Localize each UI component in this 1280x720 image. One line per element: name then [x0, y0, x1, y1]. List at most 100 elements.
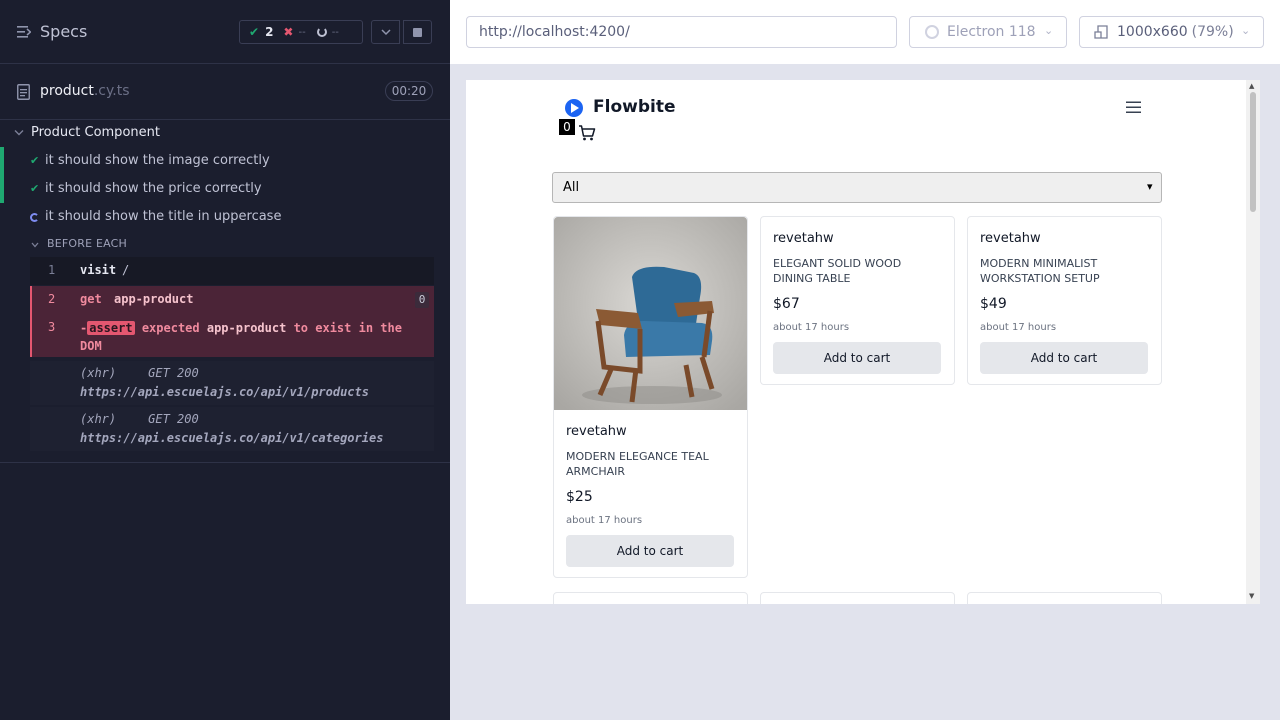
assert-message: - assert expected app-product to exist in…: [80, 319, 425, 355]
test-title: it should show the title in uppercase: [45, 209, 282, 224]
assert-badge: assert: [87, 321, 135, 335]
add-to-cart-button[interactable]: Add to cart: [980, 342, 1148, 374]
xhr-type: (xhr): [80, 412, 117, 426]
test-row[interactable]: ✔ it should show the price correctly: [0, 175, 450, 203]
failed-count: --: [298, 26, 306, 38]
xhr-line: (xhr) GET 200: [80, 366, 199, 380]
test-row-running[interactable]: it should show the title in uppercase: [0, 203, 450, 231]
command-log-panel: Specs ✔ 2 ✖ -- -- product.cy.ts 00:20 Pr…: [0, 0, 450, 720]
xhr-method: GET 200: [148, 366, 199, 380]
app-under-test-frame: Flowbite 0 All ▾ revetahw MODERN ELEGANC…: [466, 80, 1260, 604]
spec-file-row: product.cy.ts 00:20: [0, 64, 450, 120]
test-stats: ✔ 2 ✖ -- --: [239, 20, 363, 44]
cart-count-badge: 0: [559, 119, 575, 135]
divider: [0, 462, 450, 463]
chevron-down-icon: ▾: [1147, 180, 1153, 193]
run-duration: 00:20: [385, 81, 433, 101]
brand-name[interactable]: Flowbite: [593, 97, 675, 117]
product-time: about 17 hours: [773, 322, 850, 333]
flowbite-logo-icon[interactable]: [565, 99, 583, 117]
url-field[interactable]: http://localhost:4200/: [466, 16, 897, 48]
toggle-auto-scroll-button[interactable]: [371, 20, 400, 44]
xhr-log-row[interactable]: (xhr) GET 200 https://api.escuelajs.co/ap…: [30, 407, 434, 451]
test-row[interactable]: ✔ it should show the image correctly: [0, 147, 450, 175]
running-spinner-icon: [30, 213, 39, 222]
product-price: $49: [980, 296, 1007, 312]
product-author: revetahw: [773, 231, 834, 246]
test-title: it should show the price correctly: [45, 181, 262, 196]
reporter-header: Specs ✔ 2 ✖ -- --: [0, 0, 450, 64]
pending-count: --: [331, 26, 339, 38]
product-card: revetahw Modern Elegance Teal Armchair $…: [553, 216, 748, 578]
command-number: 1: [48, 263, 56, 277]
add-to-cart-button[interactable]: Add to cart: [566, 535, 734, 567]
passed-bar: [0, 147, 4, 175]
element-count-badge: 0: [415, 292, 429, 308]
failed-icon: ✖: [283, 25, 294, 39]
suite-title: Product Component: [31, 125, 160, 140]
product-card-partial: [553, 592, 748, 604]
specs-title[interactable]: Specs: [40, 22, 87, 41]
product-card: revetahw Elegant Solid Wood Dining Table…: [760, 216, 955, 385]
xhr-method: GET 200: [148, 412, 199, 426]
xhr-type: (xhr): [80, 366, 117, 380]
passed-count: 2: [265, 25, 274, 39]
spec-file-name[interactable]: product.cy.ts: [40, 83, 130, 99]
test-title: it should show the image correctly: [45, 153, 270, 168]
product-author: revetahw: [566, 424, 627, 439]
command-number: 2: [48, 292, 56, 306]
check-icon: ✔: [30, 182, 40, 195]
chevron-down-icon: ⌄: [1241, 24, 1251, 37]
chevron-down-icon: [31, 242, 39, 248]
chevron-down-icon: [380, 28, 391, 35]
product-image[interactable]: [554, 217, 747, 410]
product-card: revetahw Modern Minimalist Workstation S…: [967, 216, 1162, 385]
frame-scrollbar[interactable]: ▲ ▼: [1246, 80, 1260, 604]
pending-icon: [316, 27, 327, 37]
scroll-down-arrow-icon[interactable]: ▼: [1249, 592, 1254, 600]
command-arg: app-product: [114, 292, 194, 306]
add-to-cart-button[interactable]: Add to cart: [773, 342, 941, 374]
product-card-partial: [760, 592, 955, 604]
xhr-log-row[interactable]: (xhr) GET 200 https://api.escuelajs.co/ap…: [30, 361, 434, 405]
hamburger-menu-icon[interactable]: [1126, 101, 1141, 114]
product-time: about 17 hours: [980, 322, 1057, 333]
chevron-down-icon: [14, 130, 24, 136]
command-row[interactable]: 1 visit /: [30, 257, 434, 285]
xhr-url: https://api.escuelajs.co/api/v1/products: [80, 385, 369, 399]
product-title: Modern Minimalist Workstation Setup: [980, 257, 1100, 285]
product-title: Modern Elegance Teal Armchair: [566, 450, 709, 478]
stop-button[interactable]: [403, 20, 432, 44]
scroll-up-arrow-icon[interactable]: ▲: [1249, 82, 1254, 90]
xhr-line: (xhr) GET 200: [80, 412, 199, 426]
command-number: 3: [48, 320, 56, 334]
command-arg: /: [122, 263, 130, 277]
file-icon: [17, 84, 30, 100]
viewport-selector[interactable]: 1000x660 (79%) ⌄: [1079, 16, 1264, 48]
passed-icon: ✔: [249, 25, 260, 39]
passed-bar: [0, 175, 4, 203]
cart-icon[interactable]: [578, 124, 596, 142]
browser-selector[interactable]: Electron 118 ⌄: [909, 16, 1067, 48]
category-select-value: All: [563, 180, 580, 195]
runner-toolbar: http://localhost:4200/ Electron 118 ⌄ 10…: [450, 0, 1280, 64]
viewport-zoom: (79%): [1191, 24, 1234, 40]
chevron-down-icon: ⌄: [1044, 24, 1054, 37]
product-card-partial: [967, 592, 1162, 604]
viewport-size: 1000x660: [1117, 24, 1188, 40]
scrollbar-thumb[interactable]: [1250, 92, 1256, 212]
command-name: visit: [80, 263, 117, 277]
assert-selector: app-product: [206, 321, 287, 335]
suite-row[interactable]: Product Component: [0, 122, 450, 146]
viewport-label: 1000x660 (79%): [1117, 24, 1234, 40]
before-each-hook[interactable]: BEFORE EACH: [30, 236, 434, 254]
product-price: $67: [773, 296, 800, 312]
specs-list-icon[interactable]: [17, 24, 31, 40]
category-select[interactable]: All ▾: [552, 172, 1162, 203]
product-time: about 17 hours: [566, 515, 643, 526]
browser-name: Electron 118: [947, 24, 1036, 40]
electron-icon: [925, 25, 939, 39]
failed-command-group[interactable]: 2 get app-product 0 3 - assert expected a…: [30, 286, 434, 357]
check-icon: ✔: [30, 154, 40, 167]
product-title: Elegant Solid Wood Dining Table: [773, 257, 902, 285]
